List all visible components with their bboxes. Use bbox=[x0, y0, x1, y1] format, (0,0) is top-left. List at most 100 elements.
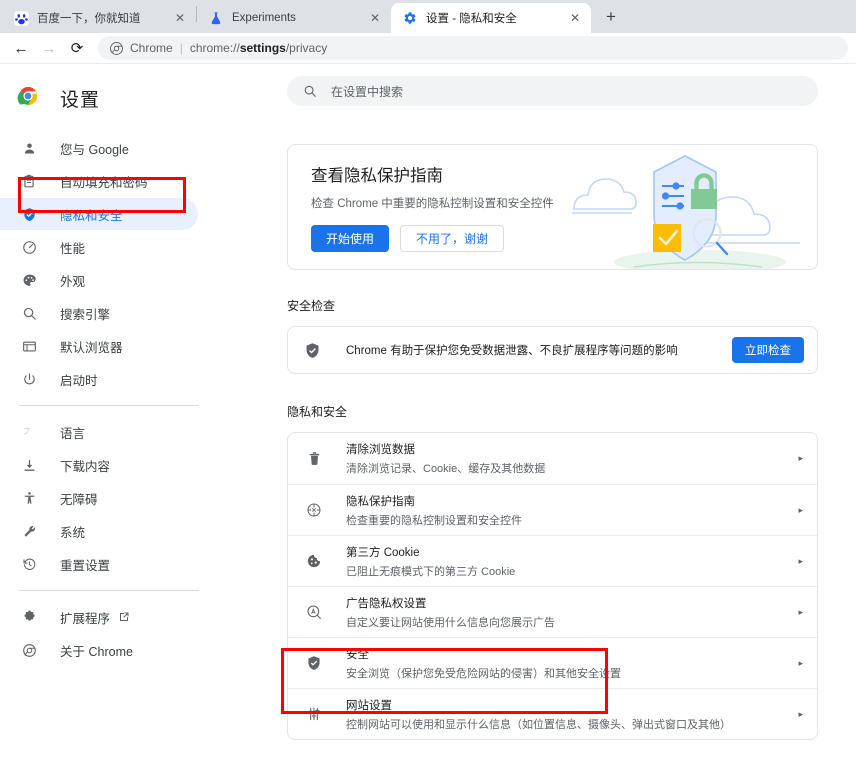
settings-row-security[interactable]: 安全 安全浏览（保护您免受危险网站的侵害）和其他安全设置 ▸ bbox=[288, 637, 817, 688]
reload-icon[interactable]: ⟳ bbox=[64, 35, 90, 61]
sidebar-item-label: 系统 bbox=[60, 525, 86, 540]
sidebar-item-label: 关于 Chrome bbox=[60, 644, 133, 659]
check-now-button[interactable]: 立即检查 bbox=[732, 337, 804, 363]
sidebar-item-languages[interactable]: 语言 bbox=[0, 416, 198, 448]
sidebar-item-appearance[interactable]: 外观 bbox=[0, 264, 198, 296]
settings-page: 设置 您与 Google 自动填充和密码 隐私和安全 性能 外观 搜索引擎 默认… bbox=[0, 64, 856, 776]
sidebar-item-on-startup[interactable]: 启动时 bbox=[0, 363, 198, 395]
privacy-shield-illustration bbox=[572, 145, 807, 269]
sidebar-item-default-browser[interactable]: 默认浏览器 bbox=[0, 330, 198, 362]
chevron-right-icon: ▸ bbox=[798, 453, 803, 463]
tab-title: 设置 - 隐私和安全 bbox=[426, 13, 517, 25]
search-icon bbox=[303, 84, 317, 98]
tab-close-button[interactable]: ✕ bbox=[567, 10, 583, 26]
puzzle-icon bbox=[19, 607, 39, 627]
back-icon[interactable]: ← bbox=[8, 35, 34, 61]
sidebar-item-reset-settings[interactable]: 重置设置 bbox=[0, 548, 198, 580]
chevron-right-icon: ▸ bbox=[798, 606, 803, 617]
chrome-icon bbox=[110, 41, 123, 55]
sidebar-divider-1 bbox=[19, 405, 199, 406]
sidebar-item-you-and-google[interactable]: 您与 Google bbox=[0, 132, 198, 164]
trash-icon bbox=[304, 451, 324, 466]
sidebar-item-about-chrome[interactable]: 关于 Chrome bbox=[0, 634, 198, 666]
row-body: 清除浏览数据 清除浏览记录、Cookie、缓存及其他数据 bbox=[346, 441, 798, 476]
address-bar[interactable]: Chrome | chrome://settings/privacy bbox=[98, 36, 848, 60]
sidebar-divider-2 bbox=[19, 590, 199, 591]
sidebar-item-performance[interactable]: 性能 bbox=[0, 231, 198, 263]
promo-subtitle: 检查 Chrome 中重要的隐私控制设置和安全控件 bbox=[311, 198, 554, 210]
row-title: 安全 bbox=[346, 648, 369, 661]
row-title: 广告隐私权设置 bbox=[346, 597, 427, 610]
shield-icon bbox=[304, 655, 324, 671]
tab-strip: 百度一下，你就知道 ✕ Experiments ✕ 设置 - 隐私和安全 ✕ + bbox=[0, 0, 856, 33]
row-subtitle: 安全浏览（保护您免受危险网站的侵害）和其他安全设置 bbox=[346, 667, 621, 680]
person-icon bbox=[19, 138, 39, 158]
settings-main: 在设置中搜索 查看隐私保护指南 检查 Chrome 中重要的隐私控制设置和安全控… bbox=[274, 64, 856, 776]
url-prefix: chrome:// bbox=[189, 41, 240, 55]
settings-row-ad-privacy[interactable]: 广告隐私权设置 自定义要让网站使用什么信息向您展示广告 ▸ bbox=[288, 586, 817, 637]
safety-check-card: Chrome 有助于保护您免受数据泄露、不良扩展程序等问题的影响 立即检查 bbox=[287, 326, 818, 374]
forward-icon[interactable]: → bbox=[36, 35, 62, 61]
privacy-section-label: 隐私和安全 bbox=[287, 405, 348, 419]
no-thanks-button[interactable]: 不用了，谢谢 bbox=[400, 225, 505, 252]
shield-check-icon bbox=[304, 342, 324, 359]
row-title: 清除浏览数据 bbox=[346, 444, 415, 456]
sidebar-item-accessibility[interactable]: 无障碍 bbox=[0, 482, 198, 514]
sidebar-item-extensions[interactable]: 扩展程序 bbox=[0, 601, 198, 633]
sidebar-item-autofill-passwords[interactable]: 自动填充和密码 bbox=[0, 165, 198, 197]
tab-title: 百度一下，你就知道 bbox=[37, 13, 141, 25]
get-started-button[interactable]: 开始使用 bbox=[311, 225, 390, 252]
chevron-right-icon: ▸ bbox=[798, 555, 803, 566]
settings-row-privacy-guide[interactable]: 隐私保护指南 检查重要的隐私控制设置和安全控件 ▸ bbox=[288, 484, 817, 535]
baidu-paw-icon bbox=[13, 10, 29, 26]
omnibox-url: chrome://settings/privacy bbox=[190, 41, 327, 55]
sidebar-item-system[interactable]: 系统 bbox=[0, 515, 198, 547]
shield-icon bbox=[19, 204, 39, 224]
settings-row-clear-browsing-data[interactable]: 清除浏览数据 清除浏览记录、Cookie、缓存及其他数据 ▸ bbox=[288, 433, 817, 484]
privacy-guide-promo-card: 查看隐私保护指南 检查 Chrome 中重要的隐私控制设置和安全控件 开始使用 … bbox=[287, 144, 818, 270]
sidebar-item-label: 您与 Google bbox=[60, 142, 129, 157]
sidebar-item-label: 无障碍 bbox=[60, 492, 98, 507]
browser-window-icon bbox=[19, 336, 39, 356]
browser-tab-settings-active[interactable]: 设置 - 隐私和安全 ✕ bbox=[391, 3, 591, 33]
gear-icon bbox=[402, 10, 418, 26]
new-tab-button[interactable]: + bbox=[597, 3, 625, 31]
search-input[interactable]: 在设置中搜索 bbox=[287, 76, 818, 106]
sidebar-item-label: 启动时 bbox=[60, 373, 98, 388]
browser-toolbar: ← → ⟳ Chrome | chrome://settings/privacy bbox=[0, 33, 856, 64]
row-subtitle: 清除浏览记录、Cookie、缓存及其他数据 bbox=[346, 463, 546, 475]
safety-check-text: Chrome 有助于保护您免受数据泄露、不良扩展程序等问题的影响 bbox=[346, 345, 678, 357]
sidebar-item-search-engine[interactable]: 搜索引擎 bbox=[0, 297, 198, 329]
browser-tab-experiments[interactable]: Experiments ✕ bbox=[197, 3, 391, 33]
row-title: 第三方 Cookie bbox=[346, 546, 420, 559]
settings-row-site-settings[interactable]: 网站设置 控制网站可以使用和显示什么信息（如位置信息、摄像头、弹出式窗口及其他）… bbox=[288, 688, 817, 739]
safety-check-section-label: 安全检查 bbox=[287, 299, 336, 313]
cookie-icon bbox=[304, 553, 324, 569]
sidebar-item-downloads[interactable]: 下载内容 bbox=[0, 449, 198, 481]
chevron-right-icon: ▸ bbox=[798, 657, 803, 668]
tab-close-button[interactable]: ✕ bbox=[367, 10, 383, 26]
settings-brand: 设置 bbox=[0, 76, 274, 120]
sliders-icon bbox=[304, 706, 324, 722]
sidebar-item-label: 性能 bbox=[60, 241, 86, 256]
speedometer-icon bbox=[19, 237, 39, 257]
sidebar-item-privacy-security[interactable]: 隐私和安全 bbox=[0, 198, 198, 230]
url-suffix: /privacy bbox=[285, 41, 328, 55]
browser-tab-baidu[interactable]: 百度一下，你就知道 ✕ bbox=[2, 3, 196, 33]
row-body: 网站设置 控制网站可以使用和显示什么信息（如位置信息、摄像头、弹出式窗口及其他） bbox=[346, 697, 798, 732]
row-title: 隐私保护指南 bbox=[346, 495, 415, 508]
sidebar-item-label: 扩展程序 bbox=[60, 611, 111, 626]
search-icon bbox=[19, 303, 39, 323]
settings-row-third-party-cookies[interactable]: 第三方 Cookie 已阻止无痕模式下的第三方 Cookie ▸ bbox=[288, 535, 817, 586]
tab-title: Experiments bbox=[232, 12, 296, 24]
row-subtitle: 已阻止无痕模式下的第三方 Cookie bbox=[346, 565, 516, 578]
flask-icon bbox=[208, 10, 224, 26]
tab-close-button[interactable]: ✕ bbox=[172, 10, 188, 26]
sidebar-item-label: 下载内容 bbox=[60, 459, 111, 474]
power-icon bbox=[19, 369, 39, 389]
chrome-logo-icon bbox=[17, 85, 39, 112]
ad-privacy-icon bbox=[304, 604, 324, 620]
chrome-icon bbox=[19, 640, 39, 660]
sidebar-item-label: 隐私和安全 bbox=[60, 208, 123, 223]
accessibility-icon bbox=[19, 488, 39, 508]
